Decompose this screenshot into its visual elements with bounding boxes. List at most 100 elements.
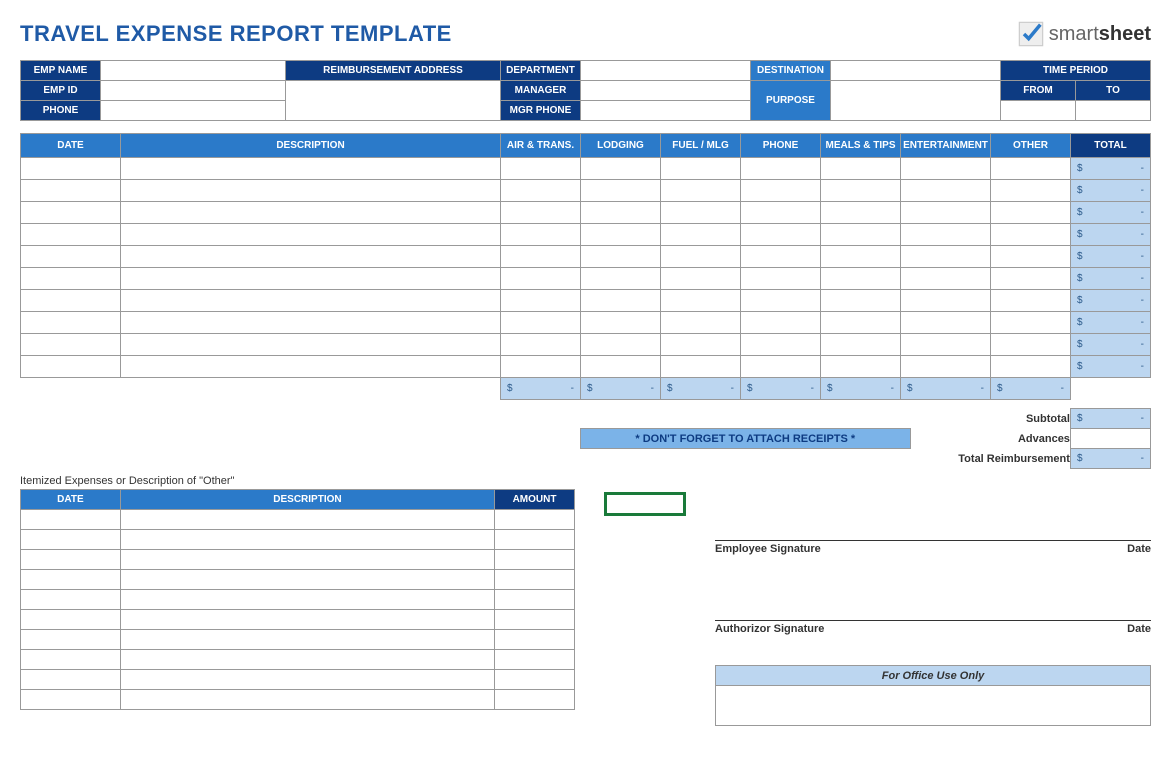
expense-cell[interactable] <box>581 334 661 356</box>
itemized-cell[interactable] <box>21 630 121 650</box>
expense-cell[interactable] <box>661 268 741 290</box>
expense-cell[interactable] <box>661 158 741 180</box>
expense-cell[interactable] <box>501 268 581 290</box>
itemized-cell[interactable] <box>495 510 575 530</box>
itemized-cell[interactable] <box>495 650 575 670</box>
expense-cell[interactable] <box>121 356 501 378</box>
expense-cell[interactable] <box>991 312 1071 334</box>
expense-cell[interactable] <box>821 224 901 246</box>
expense-cell[interactable] <box>501 180 581 202</box>
expense-cell[interactable] <box>121 158 501 180</box>
itemized-cell[interactable] <box>495 550 575 570</box>
expense-cell[interactable] <box>581 246 661 268</box>
expense-cell[interactable] <box>991 334 1071 356</box>
itemized-cell[interactable] <box>120 630 494 650</box>
expense-cell[interactable] <box>21 268 121 290</box>
expense-cell[interactable] <box>741 224 821 246</box>
expense-cell[interactable] <box>901 246 991 268</box>
itemized-cell[interactable] <box>120 650 494 670</box>
itemized-cell[interactable] <box>495 570 575 590</box>
expense-cell[interactable] <box>121 334 501 356</box>
expense-cell[interactable] <box>741 246 821 268</box>
itemized-cell[interactable] <box>120 510 494 530</box>
expense-cell[interactable] <box>661 290 741 312</box>
expense-cell[interactable] <box>901 334 991 356</box>
expense-cell[interactable] <box>661 312 741 334</box>
expense-cell[interactable] <box>661 246 741 268</box>
expense-cell[interactable] <box>21 202 121 224</box>
expense-cell[interactable] <box>21 158 121 180</box>
expense-cell[interactable] <box>741 334 821 356</box>
expense-cell[interactable] <box>821 290 901 312</box>
expense-cell[interactable] <box>991 224 1071 246</box>
expense-cell[interactable] <box>661 356 741 378</box>
expense-cell[interactable] <box>741 180 821 202</box>
advances-input[interactable] <box>1070 429 1150 449</box>
expense-cell[interactable] <box>991 290 1071 312</box>
purpose-input[interactable] <box>831 81 1001 121</box>
office-use-cell[interactable] <box>716 686 1151 726</box>
expense-cell[interactable] <box>991 158 1071 180</box>
expense-cell[interactable] <box>821 202 901 224</box>
expense-cell[interactable] <box>901 290 991 312</box>
expense-cell[interactable] <box>121 246 501 268</box>
expense-cell[interactable] <box>581 290 661 312</box>
employee-signature-line[interactable] <box>715 505 1151 541</box>
expense-cell[interactable] <box>991 356 1071 378</box>
expense-cell[interactable] <box>21 356 121 378</box>
expense-cell[interactable] <box>581 312 661 334</box>
reimb-addr-input[interactable] <box>286 81 501 121</box>
expense-cell[interactable] <box>21 312 121 334</box>
expense-cell[interactable] <box>501 334 581 356</box>
phone-input[interactable] <box>101 101 286 121</box>
expense-cell[interactable] <box>741 356 821 378</box>
itemized-cell[interactable] <box>120 690 494 710</box>
itemized-cell[interactable] <box>21 650 121 670</box>
itemized-cell[interactable] <box>495 630 575 650</box>
expense-cell[interactable] <box>121 180 501 202</box>
to-input[interactable] <box>1076 101 1151 121</box>
expense-cell[interactable] <box>21 224 121 246</box>
manager-input[interactable] <box>581 81 751 101</box>
expense-cell[interactable] <box>741 268 821 290</box>
expense-cell[interactable] <box>501 290 581 312</box>
itemized-cell[interactable] <box>21 690 121 710</box>
expense-cell[interactable] <box>21 180 121 202</box>
expense-cell[interactable] <box>901 158 991 180</box>
expense-cell[interactable] <box>741 312 821 334</box>
expense-cell[interactable] <box>901 312 991 334</box>
expense-cell[interactable] <box>991 246 1071 268</box>
expense-cell[interactable] <box>901 180 991 202</box>
expense-cell[interactable] <box>501 224 581 246</box>
itemized-cell[interactable] <box>120 570 494 590</box>
itemized-cell[interactable] <box>21 670 121 690</box>
itemized-cell[interactable] <box>120 610 494 630</box>
expense-cell[interactable] <box>821 312 901 334</box>
destination-input[interactable] <box>831 61 1001 81</box>
selected-cell-cursor[interactable] <box>605 493 685 515</box>
expense-cell[interactable] <box>581 158 661 180</box>
expense-cell[interactable] <box>501 246 581 268</box>
itemized-cell[interactable] <box>495 670 575 690</box>
department-input[interactable] <box>581 61 751 81</box>
from-input[interactable] <box>1001 101 1076 121</box>
expense-cell[interactable] <box>21 290 121 312</box>
expense-cell[interactable] <box>741 290 821 312</box>
expense-cell[interactable] <box>821 356 901 378</box>
mgr-phone-input[interactable] <box>581 101 751 121</box>
expense-cell[interactable] <box>821 246 901 268</box>
expense-cell[interactable] <box>501 356 581 378</box>
itemized-cell[interactable] <box>120 590 494 610</box>
itemized-cell[interactable] <box>495 690 575 710</box>
expense-cell[interactable] <box>821 180 901 202</box>
expense-cell[interactable] <box>121 268 501 290</box>
expense-cell[interactable] <box>661 180 741 202</box>
expense-cell[interactable] <box>121 312 501 334</box>
itemized-cell[interactable] <box>21 550 121 570</box>
itemized-cell[interactable] <box>495 530 575 550</box>
itemized-cell[interactable] <box>120 530 494 550</box>
expense-cell[interactable] <box>121 224 501 246</box>
expense-cell[interactable] <box>991 268 1071 290</box>
expense-cell[interactable] <box>661 202 741 224</box>
itemized-cell[interactable] <box>495 590 575 610</box>
